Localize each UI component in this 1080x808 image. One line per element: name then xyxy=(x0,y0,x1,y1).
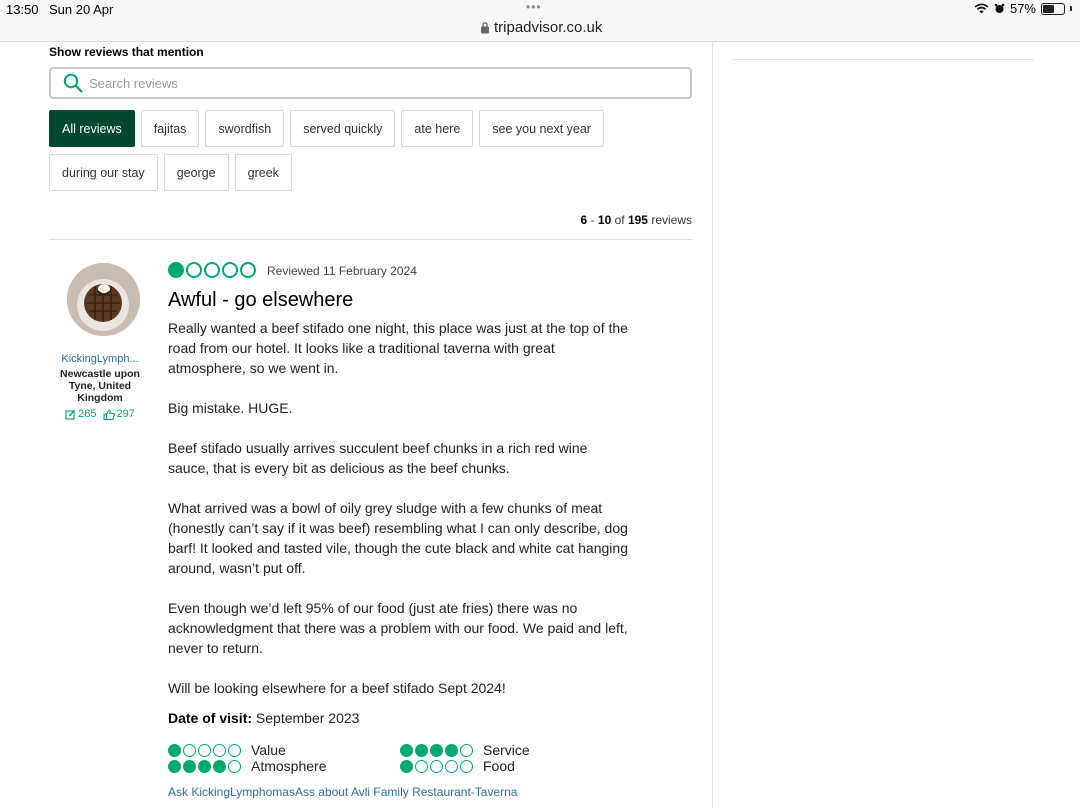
filled-bubble-icon xyxy=(168,759,181,773)
visit-label: Date of visit: xyxy=(168,710,253,726)
filter-chip[interactable]: fajitas xyxy=(140,110,200,147)
subrating-bubbles xyxy=(400,759,473,773)
empty-bubble-icon xyxy=(198,743,211,757)
status-indicators: 57% xyxy=(974,1,1072,16)
empty-bubble-icon xyxy=(460,759,473,773)
filter-chip[interactable]: served quickly xyxy=(290,110,396,147)
reviewer-location: Newcastle upon Tyne, United Kingdom xyxy=(60,368,140,404)
wifi-icon xyxy=(974,3,989,14)
empty-bubble-icon xyxy=(213,743,226,757)
range-suffix: reviews xyxy=(647,213,692,227)
review-paragraph: Really wanted a beef stifado one night, … xyxy=(168,320,628,376)
avatar[interactable] xyxy=(67,263,140,336)
thumbs-up-icon xyxy=(102,408,115,420)
range-of: of xyxy=(611,213,628,227)
search-box[interactable] xyxy=(49,67,692,99)
filter-chips: All reviews fajitas swordfish served quickl… xyxy=(49,110,649,191)
filled-bubble-icon xyxy=(400,759,413,773)
filled-bubble-icon xyxy=(198,759,211,773)
helpful-votes-count: 297 xyxy=(116,408,135,420)
avatar-waffle-image xyxy=(67,263,140,336)
sidebar-divider xyxy=(732,59,1034,60)
subrating-value: Value xyxy=(168,742,286,758)
empty-bubble-icon xyxy=(204,262,220,278)
column-divider xyxy=(712,42,713,808)
filter-chip[interactable]: swordfish xyxy=(205,110,285,147)
search-input[interactable] xyxy=(89,75,669,91)
review-paragraph: Will be looking elsewhere for a beef sti… xyxy=(168,680,506,696)
empty-bubble-icon xyxy=(240,262,256,278)
subrating-bubbles xyxy=(168,759,241,773)
filled-bubble-icon xyxy=(168,262,184,278)
review-body: Really wanted a beef stifado one night, … xyxy=(168,318,630,718)
filter-chip[interactable]: ate here xyxy=(401,110,474,147)
subrating-service: Service xyxy=(400,742,530,758)
reviewer-stats: 285 297 xyxy=(50,408,150,420)
contributions-count: 285 xyxy=(78,408,97,420)
alarm-icon xyxy=(994,3,1005,13)
helpful-stat: 297 xyxy=(102,408,135,420)
review-paragraph: What arrived was a bowl of oily grey slu… xyxy=(168,500,628,576)
visit-value: September 2023 xyxy=(255,710,360,726)
reviewed-date: Reviewed 11 February 2024 xyxy=(267,264,417,278)
url-text: tripadvisor.co.uk xyxy=(494,19,603,36)
subrating-label: Service xyxy=(483,742,530,758)
empty-bubble-icon xyxy=(415,759,428,773)
ios-status-bar: 13:50 Sun 20 Apr ••• tripadvisor.co.uk 5… xyxy=(0,0,1080,42)
empty-bubble-icon xyxy=(460,743,473,757)
subrating-label: Atmosphere xyxy=(251,758,327,774)
filter-chip[interactable]: see you next year xyxy=(479,110,604,147)
review-paragraph: Beef stifado usually arrives succulent b… xyxy=(168,440,588,476)
review-count: 6 - 10 of 195 reviews xyxy=(581,213,692,227)
filter-chip[interactable]: greek xyxy=(234,154,292,191)
subrating-food: Food xyxy=(400,758,515,774)
subrating-atmosphere: Atmosphere xyxy=(168,758,326,774)
reviewer-name[interactable]: KickingLymph... xyxy=(50,353,150,365)
empty-bubble-icon xyxy=(430,759,443,773)
empty-bubble-icon xyxy=(222,262,238,278)
filled-bubble-icon xyxy=(168,743,181,757)
review-rating-bubbles xyxy=(168,262,256,278)
filter-chip[interactable]: during our stay xyxy=(49,154,158,191)
contributions-stat: 285 xyxy=(65,408,97,420)
filled-bubble-icon xyxy=(415,743,428,757)
list-divider xyxy=(49,239,692,240)
empty-bubble-icon xyxy=(186,262,202,278)
subrating-bubbles xyxy=(168,743,241,757)
filled-bubble-icon xyxy=(213,759,226,773)
address-bar[interactable]: tripadvisor.co.uk xyxy=(480,19,602,36)
multitasking-dots-icon[interactable]: ••• xyxy=(526,0,542,14)
filled-bubble-icon xyxy=(445,743,458,757)
filter-heading: Show reviews that mention xyxy=(49,45,204,59)
search-icon xyxy=(63,73,83,93)
filled-bubble-icon xyxy=(430,743,443,757)
review-total: 195 xyxy=(627,213,648,227)
battery-icon xyxy=(1041,2,1065,15)
filter-chip[interactable]: george xyxy=(163,154,229,191)
ask-reviewer-link[interactable]: Ask KickingLymphomasAss about Avli Famil… xyxy=(168,785,517,799)
battery-percent: 57% xyxy=(1009,1,1036,16)
status-date: Sun 20 Apr xyxy=(49,2,114,17)
date-of-visit: Date of visit: September 2023 xyxy=(168,710,359,726)
subrating-label: Food xyxy=(483,758,515,774)
subrating-label: Value xyxy=(251,742,286,758)
empty-bubble-icon xyxy=(228,759,241,773)
filter-chip[interactable]: All reviews xyxy=(49,110,135,147)
range-separator: - xyxy=(587,213,598,227)
empty-bubble-icon xyxy=(445,759,458,773)
review-title[interactable]: Awful - go elsewhere xyxy=(168,289,353,312)
filled-bubble-icon xyxy=(183,759,196,773)
review-paragraph: Even though we’d left 95% of our food (j… xyxy=(168,600,628,656)
range-end: 10 xyxy=(597,213,612,227)
edit-icon xyxy=(65,409,76,420)
subrating-bubbles xyxy=(400,743,473,757)
battery-tip xyxy=(1070,6,1072,11)
lock-icon xyxy=(481,22,489,34)
status-time: 13:50 xyxy=(6,2,39,17)
review-paragraph: Big mistake. HUGE. xyxy=(168,400,293,416)
empty-bubble-icon xyxy=(228,743,241,757)
filled-bubble-icon xyxy=(400,743,413,757)
empty-bubble-icon xyxy=(183,743,196,757)
